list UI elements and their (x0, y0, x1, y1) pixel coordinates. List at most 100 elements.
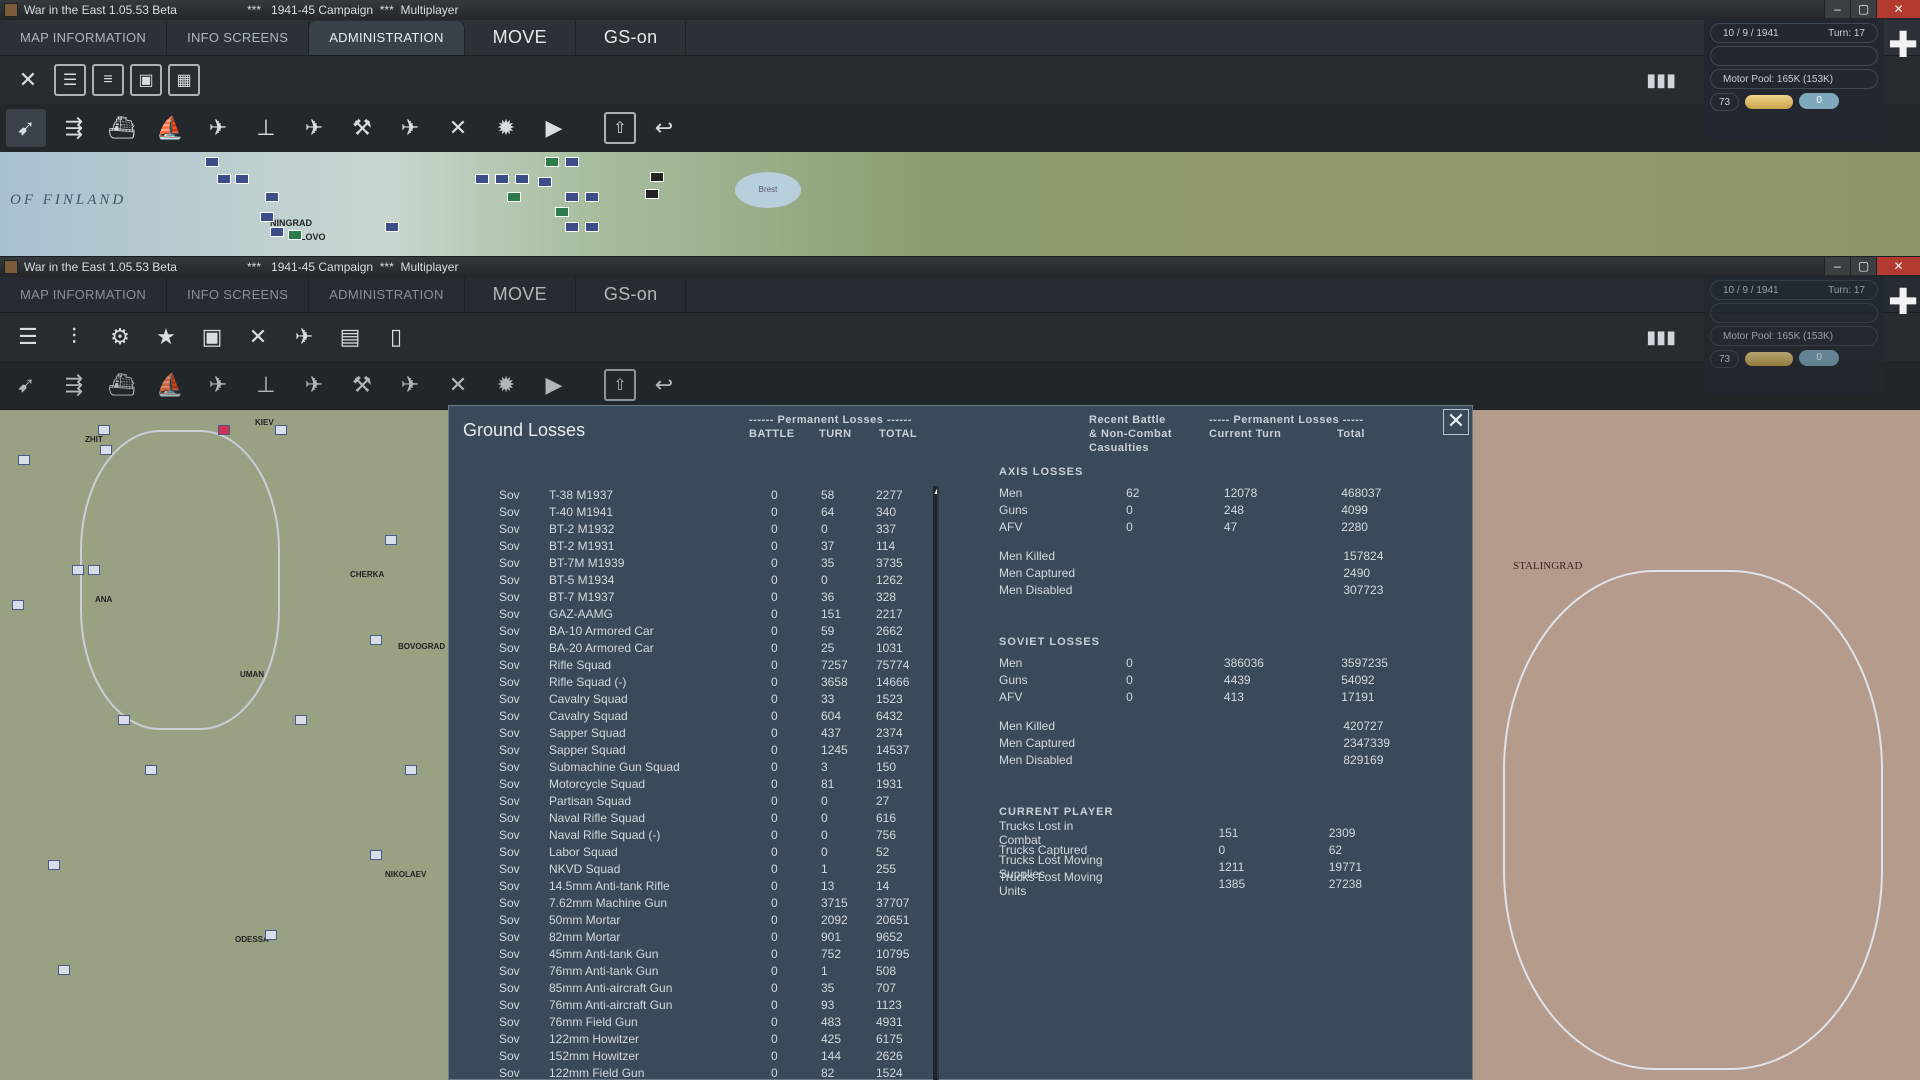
airbase-icon[interactable]: ⊥ (246, 109, 286, 147)
table-row[interactable]: Sov BT-7 M1937 0 36 328 (449, 588, 937, 605)
map-unit[interactable] (385, 535, 397, 545)
table-row[interactable]: Sov 45mm Anti-tank Gun 0 752 10795 (449, 945, 937, 962)
toggle-chip[interactable]: 0 (1799, 93, 1840, 109)
map-strip[interactable]: OF FINLAND NINGRAD LOVO Brest (0, 152, 1920, 256)
map-unit[interactable] (218, 425, 230, 435)
map-unit[interactable] (495, 174, 509, 184)
units-icon[interactable]: ⫶ (54, 318, 94, 356)
air-interdiction-icon[interactable]: ✈ (390, 366, 430, 404)
map-unit[interactable] (565, 157, 579, 167)
map-unit[interactable] (260, 212, 274, 222)
map-unit[interactable] (217, 174, 231, 184)
map-unit[interactable] (515, 174, 529, 184)
stack-icon[interactable]: ☰ (8, 318, 48, 356)
air-bombing-icon[interactable]: ⚒ (342, 109, 382, 147)
map-unit[interactable] (645, 189, 659, 199)
table-row[interactable]: Sov Cavalry Squad 0 33 1523 (449, 690, 937, 707)
map-unit[interactable] (18, 455, 30, 465)
table-row[interactable]: Sov T-38 M1937 0 58 2277 (449, 486, 937, 503)
air-strike-icon[interactable]: ✕ (438, 366, 478, 404)
window-close-button[interactable]: ✕ (1876, 257, 1920, 275)
map-unit[interactable] (12, 600, 24, 610)
table-row[interactable]: Sov GAZ-AAMG 0 151 2217 (449, 605, 937, 622)
map-unit[interactable] (585, 222, 599, 232)
ship-mode-icon[interactable]: ⛵ (150, 109, 190, 147)
naval-mode-icon[interactable]: ⛴ (102, 366, 142, 404)
table-row[interactable]: Sov 122mm Field Gun 0 82 1524 (449, 1064, 937, 1080)
map-unit[interactable] (265, 192, 279, 202)
maximize-button[interactable]: ▢ (1850, 0, 1876, 18)
ground-mode-icon[interactable]: ➹ (6, 109, 46, 147)
map-unit[interactable] (370, 850, 382, 860)
table-row[interactable]: Sov BT-7M M1939 0 35 3735 (449, 554, 937, 571)
table-row[interactable]: Sov Rifle Squad (-) 0 3658 14666 (449, 673, 937, 690)
table-row[interactable]: Sov 85mm Anti-aircraft Gun 0 35 707 (449, 979, 937, 996)
air-transfer-icon[interactable]: ✈ (198, 109, 238, 147)
table-row[interactable]: Sov Motorcycle Squad 0 81 1931 (449, 775, 937, 792)
map-left[interactable]: KIEV ZHIT CHERKA UMAN ANA BOVOGRAD NIKOL… (0, 410, 448, 1080)
fuel-icon[interactable]: ▯ (376, 318, 416, 356)
upload-icon[interactable]: ⇧ (604, 112, 636, 144)
air-strike-icon[interactable]: ✕ (438, 109, 478, 147)
maximize-button[interactable]: ▢ (1850, 257, 1876, 275)
map-unit[interactable] (118, 715, 130, 725)
map-unit[interactable] (265, 930, 277, 940)
map-unit[interactable] (370, 635, 382, 645)
airbase-icon[interactable]: ⊥ (246, 366, 286, 404)
table-row[interactable]: Sov T-40 M1941 0 64 340 (449, 503, 937, 520)
map-unit[interactable] (565, 222, 579, 232)
air-recon-icon[interactable]: ✈ (294, 366, 334, 404)
map-unit[interactable] (100, 445, 112, 455)
table-row[interactable]: Sov Sapper Squad 0 437 2374 (449, 724, 937, 741)
air-recon-icon[interactable]: ✈ (294, 109, 334, 147)
grid-icon[interactable]: ▦ (168, 64, 200, 96)
gs-toggle-button[interactable]: GS-on (576, 277, 687, 312)
upload-icon[interactable]: ⇧ (604, 369, 636, 401)
map-unit[interactable] (507, 192, 521, 202)
map-unit[interactable] (235, 174, 249, 184)
star-icon[interactable]: ★ (146, 318, 186, 356)
table-row[interactable]: Sov Labor Squad 0 0 52 (449, 843, 937, 860)
ground-mode-icon[interactable]: ➹ (6, 366, 46, 404)
map-unit[interactable] (405, 765, 417, 775)
save-icon[interactable]: ▣ (130, 64, 162, 96)
undo-icon[interactable]: ↩ (644, 109, 684, 147)
scroll-up-icon[interactable]: ▲ (931, 486, 937, 496)
map-unit[interactable] (145, 765, 157, 775)
air-transfer-icon[interactable]: ✈ (198, 366, 238, 404)
table-row[interactable]: Sov 122mm Howitzer 0 425 6175 (449, 1030, 937, 1047)
formation-icon[interactable]: ▮▮▮ (1646, 70, 1676, 91)
map-unit[interactable] (555, 207, 569, 217)
map-unit[interactable] (295, 715, 307, 725)
map-unit[interactable] (275, 425, 287, 435)
explosion-icon[interactable]: ✹ (486, 366, 526, 404)
crossed-weapons-icon[interactable]: ✕ (238, 318, 278, 356)
map-unit[interactable] (545, 157, 559, 167)
play-icon[interactable]: ▶ (534, 109, 574, 147)
table-row[interactable]: Sov Cavalry Squad 0 604 6432 (449, 707, 937, 724)
table-row[interactable]: Sov BA-10 Armored Car 0 59 2662 (449, 622, 937, 639)
table-row[interactable]: Sov Submachine Gun Squad 0 3 150 (449, 758, 937, 775)
list-icon[interactable]: ≡ (92, 64, 124, 96)
table-row[interactable]: Sov 76mm Anti-tank Gun 0 1 508 (449, 962, 937, 979)
undo-icon[interactable]: ↩ (644, 366, 684, 404)
tab-map-information[interactable]: MAP INFORMATION (0, 277, 168, 312)
table-row[interactable]: Sov BA-20 Armored Car 0 25 1031 (449, 639, 937, 656)
move-mode-button[interactable]: MOVE (465, 277, 576, 312)
orders-icon[interactable]: ☰ (54, 64, 86, 96)
dialog-close-button[interactable]: ✕ (1443, 409, 1469, 435)
minimize-button[interactable]: – (1824, 257, 1850, 275)
map-unit[interactable] (205, 157, 219, 167)
table-row[interactable]: Sov Naval Rifle Squad 0 0 616 (449, 809, 937, 826)
rail-icon[interactable]: ▤ (330, 318, 370, 356)
table-row[interactable]: Sov Rifle Squad 0 7257 75774 (449, 656, 937, 673)
play-icon[interactable]: ▶ (534, 366, 574, 404)
table-row[interactable]: Sov Sapper Squad 0 1245 14537 (449, 741, 937, 758)
map-unit[interactable] (58, 965, 70, 975)
tab-info-screens[interactable]: INFO SCREENS (167, 20, 310, 55)
table-row[interactable]: Sov BT-2 M1932 0 0 337 (449, 520, 937, 537)
map-unit[interactable] (538, 177, 552, 187)
table-row[interactable]: Sov BT-2 M1931 0 37 114 (449, 537, 937, 554)
map-unit[interactable] (565, 192, 579, 202)
table-row[interactable]: Sov 7.62mm Machine Gun 0 3715 37707 (449, 894, 937, 911)
